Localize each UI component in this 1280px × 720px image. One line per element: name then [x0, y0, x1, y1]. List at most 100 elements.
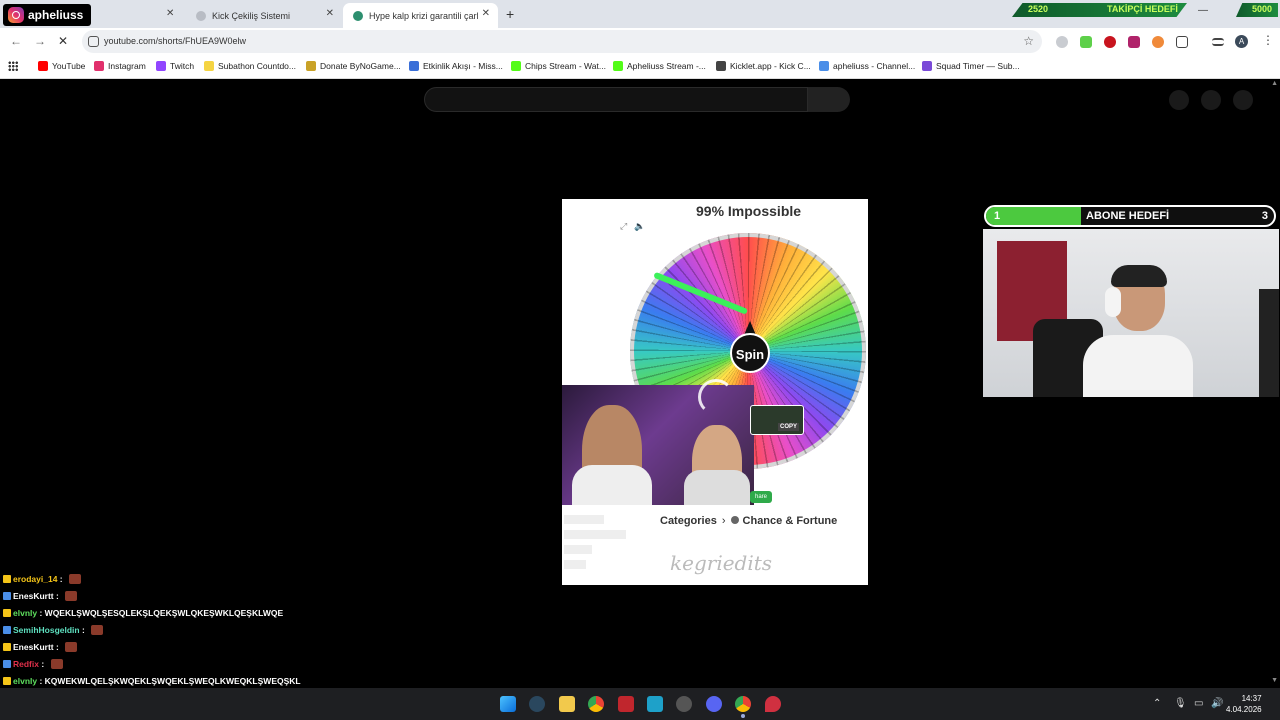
- chat-badge-icon: [3, 591, 11, 600]
- headset-icon: [1105, 287, 1121, 317]
- pin-app-icon[interactable]: [765, 696, 781, 712]
- wheel-video-frame: 99% Impossible ⤢ 🔈 Spin COPY hare Catego…: [562, 199, 868, 585]
- chat-text: KQWEKWLQELŞKWQEKLŞWQEKLŞWEQLKWEQKLŞWEQŞK…: [44, 675, 301, 686]
- bookmark-item[interactable]: Subathon Countdo...: [204, 61, 296, 71]
- url-text[interactable]: youtube.com/shorts/FhUEA9W0elw: [104, 36, 246, 46]
- news-app-icon[interactable]: [618, 696, 634, 712]
- discord-icon[interactable]: [706, 696, 722, 712]
- follower-goal-label: TAKİPÇİ HEDEFİ: [1107, 4, 1178, 14]
- stop-loading-icon[interactable]: ✕: [58, 34, 68, 48]
- record-extension-icon[interactable]: [1104, 36, 1116, 48]
- apps-grid-icon[interactable]: [8, 61, 18, 71]
- chat-message: EnesKurtt :: [3, 587, 323, 604]
- tab-close-icon[interactable]: ✕: [166, 8, 174, 19]
- streamer-figure: [1083, 265, 1193, 397]
- back-arrow-icon[interactable]: ←: [10, 34, 22, 48]
- app-icon[interactable]: [647, 696, 663, 712]
- bookmark-item[interactable]: Donate ByNoGame...: [306, 61, 401, 71]
- expand-icon: ⤢: [620, 221, 628, 231]
- more-menu-icon[interactable]: ⋮: [1262, 33, 1274, 47]
- bookmark-item[interactable]: Apheliuss Stream -...: [613, 61, 706, 71]
- tab-strip: apheliuss ✕ Kick Çekiliş Sistemi ✕ Hype …: [0, 0, 1280, 28]
- network-icon[interactable]: ▭: [1194, 698, 1203, 709]
- category-name: Chance & Fortune: [742, 515, 838, 527]
- tab-close-icon[interactable]: ✕: [326, 8, 334, 19]
- scroll-down-arrow-icon[interactable]: ▼: [1271, 677, 1278, 684]
- microphone-icon[interactable]: 🎙: [1174, 698, 1187, 709]
- chat-username[interactable]: EnesKurtt: [13, 642, 54, 652]
- share-badge: hare: [750, 491, 772, 503]
- chat-message: Redfix :: [3, 655, 323, 672]
- bookmark-item[interactable]: Twitch: [156, 61, 194, 71]
- bookmark-label: Instagram: [108, 61, 146, 71]
- bookmark-item[interactable]: YouTube: [38, 61, 85, 71]
- minimize-icon[interactable]: —: [1198, 5, 1208, 16]
- spin-button: Spin: [730, 333, 770, 373]
- youtube-search-input[interactable]: [424, 87, 808, 112]
- shorts-video-player[interactable]: 99% Impossible ⤢ 🔈 Spin COPY hare Catego…: [562, 124, 868, 666]
- shield-extension-icon[interactable]: [1056, 36, 1068, 48]
- tab-label: Hype kalp krizi garantili çarl: [369, 10, 479, 21]
- chat-username[interactable]: Redfix: [13, 659, 39, 669]
- forward-arrow-icon[interactable]: →: [34, 34, 46, 48]
- bookmark-label: Donate ByNoGame...: [320, 61, 401, 71]
- youtube-search-button[interactable]: [808, 87, 850, 112]
- chat-badge-icon: [3, 642, 11, 651]
- instagram-overlay: apheliuss: [3, 4, 91, 26]
- chat-username[interactable]: erodayi_14: [13, 574, 57, 584]
- notifications-icon[interactable]: [1201, 90, 1221, 110]
- loading-favicon-icon: [353, 10, 363, 21]
- bookmark-item[interactable]: Kicklet.app - Kick C...: [716, 61, 811, 71]
- create-icon[interactable]: [1169, 90, 1189, 110]
- volume-icon: 🔈: [634, 221, 646, 231]
- tab-close-icon[interactable]: ✕: [482, 8, 490, 19]
- chat-username[interactable]: elvnly: [13, 608, 37, 618]
- file-explorer-icon[interactable]: [559, 696, 575, 712]
- video-watermark: kegriedits: [670, 551, 773, 575]
- chat-username[interactable]: SemihHosgeldin: [13, 625, 80, 635]
- bookmark-item[interactable]: Instagram: [94, 61, 146, 71]
- chrome-active-icon[interactable]: [735, 696, 751, 712]
- bookmark-item[interactable]: apheliuss - Channel...: [819, 61, 915, 71]
- chat-badge-icon: [3, 608, 11, 617]
- volume-icon[interactable]: 🔊: [1211, 698, 1223, 709]
- chat-badge-icon: [3, 676, 11, 685]
- instagram-handle: apheliuss: [28, 8, 84, 22]
- app-extension-icon[interactable]: [1128, 36, 1140, 48]
- media-controls-icon[interactable]: [1212, 38, 1224, 46]
- bookmark-favicon-icon: [511, 61, 521, 71]
- obs-icon[interactable]: [676, 696, 692, 712]
- scroll-up-arrow-icon[interactable]: ▲: [1271, 80, 1278, 87]
- overlay-chat-line: [564, 545, 592, 554]
- bookmark-label: Etkinlik Akışı - Miss...: [423, 61, 503, 71]
- bookmark-item[interactable]: Squad Timer — Sub...: [922, 61, 1020, 71]
- address-bar[interactable]: youtube.com/shorts/FhUEA9W0elw ☆: [82, 30, 1042, 53]
- bookmark-star-icon[interactable]: ☆: [1023, 34, 1034, 48]
- bookmark-item[interactable]: Etkinlik Akışı - Miss...: [409, 61, 503, 71]
- battery-extension-icon[interactable]: [1080, 36, 1092, 48]
- steam-icon[interactable]: [529, 696, 545, 712]
- chat-username[interactable]: EnesKurtt: [13, 591, 54, 601]
- extensions-puzzle-icon[interactable]: [1176, 36, 1188, 48]
- subscriber-goal-current: 1: [994, 210, 1001, 222]
- tray-chevron-icon[interactable]: ⌃: [1153, 698, 1161, 709]
- bookmark-label: Chips Stream - Wat...: [525, 61, 606, 71]
- globe-icon: [196, 10, 206, 21]
- profile-avatar[interactable]: A: [1235, 35, 1248, 48]
- bookmark-item[interactable]: Chips Stream - Wat...: [511, 61, 606, 71]
- chat-message: SemihHosgeldin :: [3, 621, 323, 638]
- account-avatar[interactable]: [1233, 90, 1253, 110]
- site-info-icon[interactable]: [88, 36, 99, 47]
- new-tab-plus-icon[interactable]: +: [506, 6, 514, 22]
- chat-username[interactable]: elvnly: [13, 676, 37, 686]
- tab-kick-cekilis[interactable]: Kick Çekiliş Sistemi ✕: [186, 3, 342, 28]
- subscriber-goal-target: 3: [1261, 210, 1268, 222]
- cookie-extension-icon[interactable]: [1152, 36, 1164, 48]
- clock[interactable]: 14:37 4.04.2026: [1226, 693, 1262, 715]
- bookmark-favicon-icon: [716, 61, 726, 71]
- tab-youtube-short[interactable]: Hype kalp krizi garantili çarl ✕: [343, 3, 498, 28]
- streamer-webcam: [983, 229, 1279, 397]
- bookmark-favicon-icon: [94, 61, 104, 71]
- chrome-icon[interactable]: [588, 696, 604, 712]
- start-icon[interactable]: [500, 696, 516, 712]
